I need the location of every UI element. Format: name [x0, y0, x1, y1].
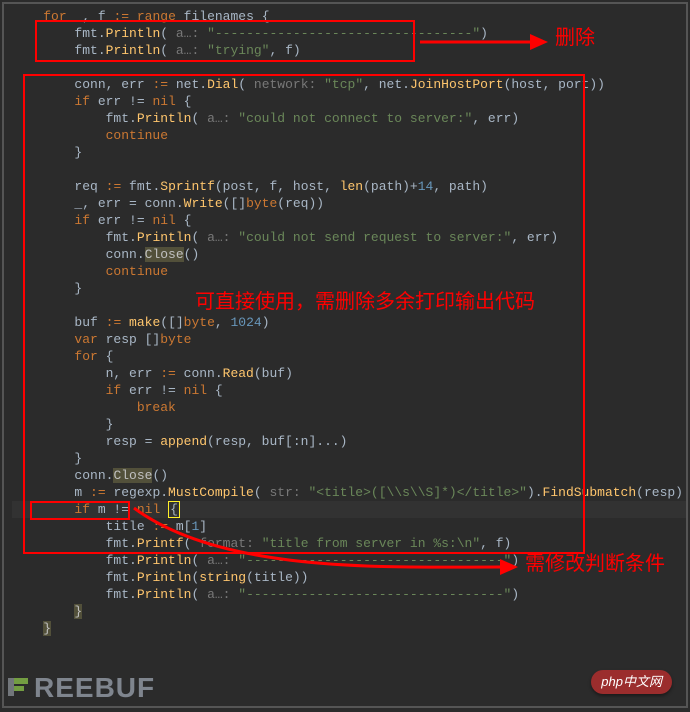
code-line[interactable]: m := regexp.MustCompile( str: "<title>([…	[12, 484, 686, 501]
annotation-delete: 删除	[555, 30, 595, 47]
code-line[interactable]: if err != nil {	[12, 212, 686, 229]
code-line[interactable]	[12, 161, 686, 178]
code-line[interactable]: conn, err := net.Dial( network: "tcp", n…	[12, 76, 686, 93]
code-line[interactable]: var resp []byte	[12, 331, 686, 348]
code-line[interactable]: }	[12, 144, 686, 161]
code-line[interactable]: }	[12, 416, 686, 433]
watermark-text: REEBUF	[34, 679, 155, 696]
code-line[interactable]: if err != nil {	[12, 93, 686, 110]
code-line[interactable]	[12, 59, 686, 76]
annotation-condition: 需修改判断条件	[525, 556, 665, 573]
code-line[interactable]: for {	[12, 348, 686, 365]
code-line[interactable]: fmt.Println( a…: "could not send request…	[12, 229, 686, 246]
code-line[interactable]: continue	[12, 127, 686, 144]
code-line[interactable]: }	[12, 603, 686, 620]
code-editor[interactable]: for _, f := range filenames { fmt.Printl…	[2, 2, 688, 708]
code-line[interactable]: if m != nil {	[12, 501, 686, 518]
watermark-logo: REEBUF	[8, 674, 155, 700]
code-line[interactable]: fmt.Println( a…: "could not connect to s…	[12, 110, 686, 127]
code-line[interactable]: conn.Close()	[12, 246, 686, 263]
code-line[interactable]: buf := make([]byte, 1024)	[12, 314, 686, 331]
code-line[interactable]: continue	[12, 263, 686, 280]
code-line[interactable]: }	[12, 620, 686, 637]
code-line[interactable]: break	[12, 399, 686, 416]
code-line[interactable]: title := m[1]	[12, 518, 686, 535]
code-line[interactable]: n, err := conn.Read(buf)	[12, 365, 686, 382]
code-line[interactable]: fmt.Printf( format: "title from server i…	[12, 535, 686, 552]
code-line[interactable]: for _, f := range filenames {	[12, 8, 686, 25]
logo-icon	[8, 674, 34, 700]
php-badge: php中文网	[591, 670, 672, 694]
code-line[interactable]: if err != nil {	[12, 382, 686, 399]
code-line[interactable]: }	[12, 450, 686, 467]
code-line[interactable]: resp = append(resp, buf[:n]...)	[12, 433, 686, 450]
code-line[interactable]: fmt.Println( a…: "----------------------…	[12, 586, 686, 603]
annotation-usable: 可直接使用，需删除多余打印输出代码	[195, 294, 535, 311]
code-line[interactable]: _, err = conn.Write([]byte(req))	[12, 195, 686, 212]
code-line[interactable]: req := fmt.Sprintf(post, f, host, len(pa…	[12, 178, 686, 195]
code-line[interactable]: conn.Close()	[12, 467, 686, 484]
